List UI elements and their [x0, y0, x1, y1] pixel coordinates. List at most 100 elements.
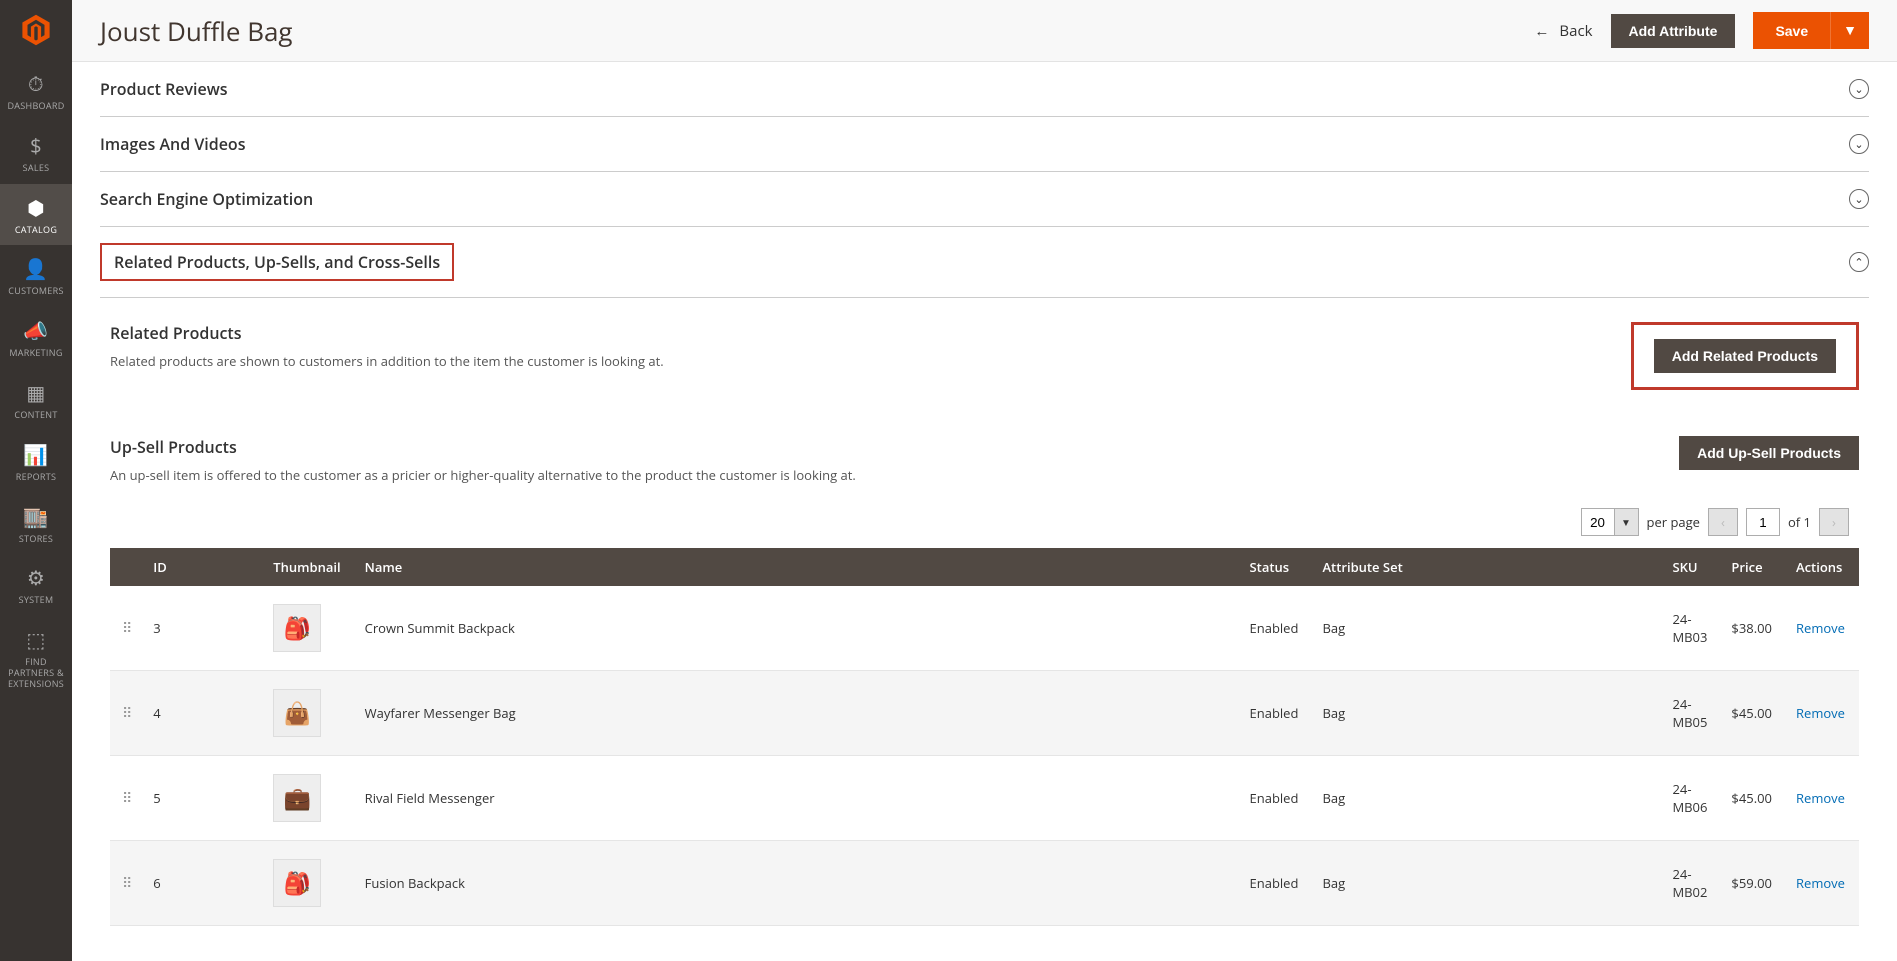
sidebar-item-sales[interactable]: $ SALES — [0, 122, 72, 184]
sidebar-item-label: SALES — [23, 163, 50, 174]
related-desc: Related products are shown to customers … — [110, 352, 664, 370]
cell-status: Enabled — [1238, 756, 1311, 841]
upsell-title: Up-Sell Products — [110, 436, 856, 458]
cell-id: 5 — [141, 756, 261, 841]
cell-name: Fusion Backpack — [353, 841, 1238, 926]
sidebar-item-customers[interactable]: 👤 CUSTOMERS — [0, 245, 72, 307]
main-content: Joust Duffle Bag ← Back Add Attribute Sa… — [72, 0, 1897, 936]
cell-name: Wayfarer Messenger Bag — [353, 671, 1238, 756]
puzzle-icon: ⬚ — [26, 626, 45, 653]
table-row[interactable]: ⠿ 5 💼 Rival Field Messenger Enabled Bag … — [110, 756, 1859, 841]
col-thumbnail[interactable]: Thumbnail — [261, 548, 352, 586]
sidebar-item-label: MARKETING — [9, 348, 62, 359]
header-actions: ← Back Add Attribute Save ▼ — [1534, 12, 1869, 49]
section-images-videos[interactable]: Images And Videos ⌄ — [100, 117, 1869, 172]
sidebar-item-label: REPORTS — [16, 472, 57, 483]
save-button[interactable]: Save — [1753, 12, 1830, 49]
upsell-header: Up-Sell Products An up-sell item is offe… — [110, 436, 1859, 484]
triangle-down-icon: ▼ — [1843, 21, 1857, 40]
drag-handle-icon[interactable]: ⠿ — [122, 704, 129, 723]
section-title: Related Products, Up-Sells, and Cross-Se… — [100, 243, 454, 281]
sidebar-item-label: SYSTEM — [19, 595, 54, 606]
cell-price: $45.00 — [1719, 671, 1784, 756]
col-actions[interactable]: Actions — [1784, 548, 1859, 586]
sidebar-item-dashboard[interactable]: ⏱ DASHBOARD — [0, 60, 72, 122]
back-button[interactable]: ← Back — [1534, 21, 1592, 41]
sidebar-item-label: DASHBOARD — [7, 101, 64, 112]
remove-link[interactable]: Remove — [1796, 789, 1845, 807]
table-row[interactable]: ⠿ 6 🎒 Fusion Backpack Enabled Bag 24-MB0… — [110, 841, 1859, 926]
cell-sku: 24-MB05 — [1660, 671, 1719, 756]
back-label: Back — [1559, 21, 1592, 41]
section-related-products[interactable]: Related Products, Up-Sells, and Cross-Se… — [100, 227, 1869, 298]
prev-page-button[interactable]: ‹ — [1708, 508, 1738, 536]
sidebar-item-label: CUSTOMERS — [8, 286, 63, 297]
per-page-input[interactable] — [1581, 508, 1615, 536]
cell-price: $45.00 — [1719, 756, 1784, 841]
save-dropdown-toggle[interactable]: ▼ — [1830, 12, 1869, 49]
current-page-input[interactable] — [1746, 508, 1780, 536]
add-upsell-products-button[interactable]: Add Up-Sell Products — [1679, 436, 1859, 470]
chevron-right-icon: › — [1832, 513, 1836, 531]
sidebar-item-partners[interactable]: ⬚ FIND PARTNERS & EXTENSIONS — [0, 616, 72, 699]
chevron-down-icon: ⌄ — [1849, 189, 1869, 209]
per-page-dropdown[interactable]: ▼ — [1615, 508, 1639, 536]
product-thumbnail: 👜 — [273, 689, 321, 737]
col-id[interactable]: ID — [141, 548, 261, 586]
cell-status: Enabled — [1238, 671, 1311, 756]
sidebar: ⏱ DASHBOARD $ SALES ⬢ CATALOG 👤 CUSTOMER… — [0, 0, 72, 961]
chevron-down-icon: ⌄ — [1849, 134, 1869, 154]
remove-link[interactable]: Remove — [1796, 704, 1845, 722]
related-header: Related Products Related products are sh… — [110, 322, 1859, 390]
table-row[interactable]: ⠿ 4 👜 Wayfarer Messenger Bag Enabled Bag… — [110, 671, 1859, 756]
sidebar-item-label: CONTENT — [14, 410, 57, 421]
sidebar-item-label: FIND PARTNERS & EXTENSIONS — [4, 657, 68, 689]
cell-id: 6 — [141, 841, 261, 926]
section-title: Product Reviews — [100, 78, 228, 100]
section-title: Search Engine Optimization — [100, 188, 313, 210]
drag-handle-icon[interactable]: ⠿ — [122, 789, 129, 808]
remove-link[interactable]: Remove — [1796, 619, 1845, 637]
chevron-up-icon: ⌃ — [1849, 252, 1869, 272]
table-row[interactable]: ⠿ 3 🎒 Crown Summit Backpack Enabled Bag … — [110, 586, 1859, 671]
col-sku[interactable]: SKU — [1660, 548, 1719, 586]
add-upsell-wrap: Add Up-Sell Products — [1679, 436, 1859, 470]
col-price[interactable]: Price — [1719, 548, 1784, 586]
add-attribute-button[interactable]: Add Attribute — [1611, 14, 1736, 48]
cell-attribute-set: Bag — [1310, 586, 1660, 671]
pagination: ▼ per page ‹ of 1 › — [110, 496, 1859, 548]
col-attribute-set[interactable]: Attribute Set — [1310, 548, 1660, 586]
drag-handle-icon[interactable]: ⠿ — [122, 874, 129, 893]
sidebar-item-stores[interactable]: 🏬 STORES — [0, 493, 72, 555]
upsell-desc: An up-sell item is offered to the custom… — [110, 466, 856, 484]
magento-logo[interactable] — [0, 0, 72, 60]
remove-link[interactable]: Remove — [1796, 874, 1845, 892]
cell-status: Enabled — [1238, 841, 1311, 926]
sidebar-item-catalog[interactable]: ⬢ CATALOG — [0, 184, 72, 246]
product-thumbnail: 🎒 — [273, 859, 321, 907]
add-related-products-button[interactable]: Add Related Products — [1654, 339, 1836, 373]
dashboard-icon: ⏱ — [28, 70, 44, 97]
cell-price: $59.00 — [1719, 841, 1784, 926]
col-status[interactable]: Status — [1238, 548, 1311, 586]
add-related-wrap: Add Related Products — [1631, 322, 1859, 390]
store-icon: 🏬 — [23, 503, 48, 530]
related-title: Related Products — [110, 322, 664, 344]
product-thumbnail: 🎒 — [273, 604, 321, 652]
section-product-reviews[interactable]: Product Reviews ⌄ — [100, 62, 1869, 117]
sidebar-item-label: CATALOG — [15, 225, 57, 236]
sidebar-item-reports[interactable]: 📊 REPORTS — [0, 431, 72, 493]
sidebar-item-system[interactable]: ⚙ SYSTEM — [0, 554, 72, 616]
per-page-label: per page — [1647, 513, 1700, 531]
cell-status: Enabled — [1238, 586, 1311, 671]
col-name[interactable]: Name — [353, 548, 1238, 586]
section-title: Images And Videos — [100, 133, 245, 155]
sidebar-item-content[interactable]: ▦ CONTENT — [0, 369, 72, 431]
section-seo[interactable]: Search Engine Optimization ⌄ — [100, 172, 1869, 227]
cell-price: $38.00 — [1719, 586, 1784, 671]
sidebar-item-marketing[interactable]: 📣 MARKETING — [0, 307, 72, 369]
upsell-products-panel: Up-Sell Products An up-sell item is offe… — [100, 412, 1869, 936]
drag-handle-icon[interactable]: ⠿ — [122, 619, 129, 638]
chevron-down-icon: ⌄ — [1849, 79, 1869, 99]
next-page-button[interactable]: › — [1819, 508, 1849, 536]
